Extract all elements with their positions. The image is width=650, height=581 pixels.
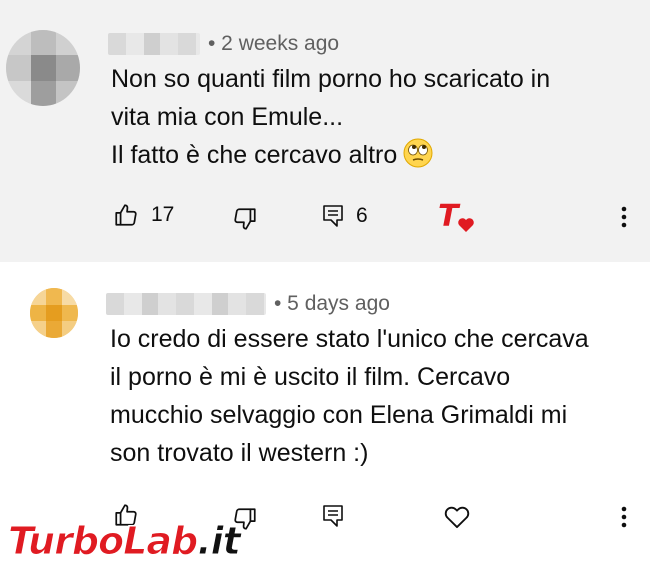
heart-outline-icon [444, 506, 470, 529]
reply-count: 6 [356, 204, 368, 227]
like-count: 17 [151, 203, 175, 226]
watermark-part-1: TurboLab [7, 519, 198, 564]
heart-button[interactable] [443, 503, 471, 529]
thumbs-down-icon [234, 208, 256, 230]
replies-button[interactable] [322, 504, 344, 528]
blurred-username[interactable] [106, 293, 266, 315]
rolling-eyes-emoji-icon [403, 138, 433, 168]
comment-meta: • 2 weeks ago [108, 32, 339, 56]
comment-actions: 17 6 T [0, 196, 650, 236]
more-vert-icon [621, 206, 627, 228]
more-options-button[interactable] [618, 504, 630, 530]
more-vert-icon [621, 506, 627, 528]
avatar[interactable] [6, 30, 80, 106]
blurred-username[interactable] [108, 33, 200, 55]
timestamp[interactable]: • 2 weeks ago [208, 32, 339, 56]
more-options-button[interactable] [618, 204, 630, 230]
watermark-logo: TurboLab.it [7, 519, 242, 564]
creator-heart-icon: T [438, 200, 474, 234]
like-button[interactable]: 17 [113, 202, 174, 228]
thumbs-up-icon [115, 204, 137, 226]
comment-highlighted: • 2 weeks ago Non so quanti film porno h… [0, 0, 650, 262]
watermark-part-2: .it [197, 519, 242, 564]
comment-text-content: Non so quanti film porno ho scaricato in… [111, 65, 551, 169]
comment-icon [323, 205, 343, 227]
svg-text:T: T [438, 200, 461, 234]
creator-heart[interactable]: T [436, 200, 480, 236]
comment-icon [323, 505, 343, 527]
comment-text: Non so quanti film porno ho scaricato in… [111, 60, 631, 174]
comment-meta: • 5 days ago [106, 292, 390, 316]
dislike-button[interactable] [232, 206, 258, 232]
comment-text: Io credo di essere stato l'unico che cer… [110, 325, 589, 467]
avatar[interactable] [30, 288, 78, 338]
replies-button[interactable]: 6 [322, 204, 368, 228]
timestamp[interactable]: • 5 days ago [274, 292, 390, 316]
